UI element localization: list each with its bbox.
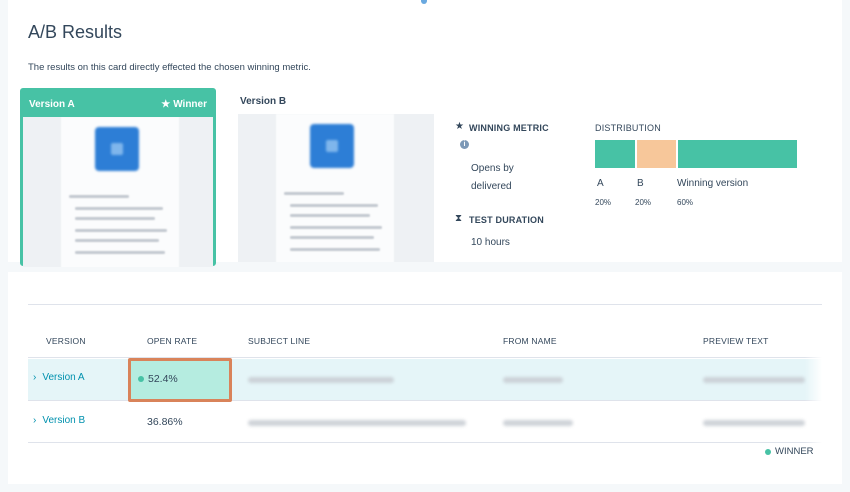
- distribution-b-percent: 20%: [635, 198, 652, 207]
- winner-dot-icon: [138, 376, 144, 382]
- test-duration-value: 10 hours: [471, 237, 510, 248]
- version-b-email-preview: [238, 114, 434, 262]
- preview-line: [290, 236, 374, 239]
- column-header-from-name: FROM NAME: [503, 336, 557, 346]
- subject-line-redacted: [248, 420, 466, 426]
- from-name-redacted: [503, 420, 573, 426]
- preview-line: [75, 229, 167, 232]
- page-title: A/B Results: [28, 22, 123, 42]
- preview-text-redacted: [703, 377, 805, 383]
- email-preview-sheet: [276, 114, 394, 262]
- section-divider: [28, 304, 822, 305]
- version-a-open-rate-value: 52.4%: [148, 373, 178, 385]
- preview-line: [75, 217, 155, 220]
- version-b-label: Version B: [240, 95, 287, 107]
- email-preview-sheet: [61, 117, 179, 267]
- version-a-header: Version A ★ Winner: [23, 91, 213, 117]
- preview-line: [290, 226, 382, 229]
- distribution-winning-percent: 60%: [677, 198, 694, 207]
- winner-legend: WINNER: [765, 446, 814, 457]
- email-logo: [310, 124, 354, 168]
- version-a-label: Version A: [29, 98, 75, 110]
- distribution-b-label: B: [637, 178, 644, 189]
- winner-dot-icon: [765, 448, 771, 455]
- table-scroll-fade: [805, 322, 822, 444]
- test-duration-label: TEST DURATION: [469, 215, 544, 225]
- star-icon: ★: [455, 121, 464, 132]
- version-b-header: Version B: [238, 88, 434, 114]
- preview-line: [290, 248, 380, 251]
- distribution-segment-0: [595, 140, 637, 168]
- info-icon[interactable]: i: [460, 140, 469, 149]
- distribution-a-percent: 20%: [595, 198, 612, 207]
- hourglass-icon: ⧗: [455, 213, 463, 224]
- winning-metric-label: WINNING METRIC: [469, 123, 549, 133]
- distribution-a-label: A: [597, 178, 604, 189]
- winner-tag: ★ Winner: [161, 99, 207, 110]
- version-a-email-preview: [23, 117, 213, 267]
- preview-text-redacted: [703, 420, 805, 426]
- preview-line: [75, 207, 163, 210]
- preview-line: [290, 204, 378, 207]
- version-b-row-label: Version B: [42, 415, 86, 426]
- subject-line-redacted: [248, 377, 394, 383]
- from-name-redacted: [503, 377, 563, 383]
- version-b-row-link[interactable]: › Version B: [33, 415, 85, 426]
- page-subtitle: The results on this card directly effect…: [28, 62, 311, 73]
- email-logo: [95, 127, 139, 171]
- version-a-row-label: Version A: [42, 372, 85, 383]
- distribution-segment-2: [678, 140, 797, 168]
- column-header-open-rate: OPEN RATE: [147, 336, 198, 346]
- winning-metric-value: Opens by delivered: [471, 160, 514, 196]
- preview-line: [75, 239, 159, 242]
- preview-line: [284, 192, 344, 195]
- distribution-label: DISTRIBUTION: [595, 123, 661, 133]
- version-b-preview-card[interactable]: Version B: [238, 88, 434, 266]
- distribution-segment-1: [636, 140, 679, 168]
- star-icon: ★: [161, 98, 171, 110]
- column-header-preview-text: PREVIEW TEXT: [703, 336, 769, 346]
- winner-label: Winner: [173, 98, 207, 110]
- distribution-bar: [595, 140, 797, 168]
- winner-legend-label: WINNER: [775, 446, 814, 457]
- version-a-open-rate: 52.4%: [138, 373, 178, 385]
- chevron-right-icon: ›: [33, 372, 37, 383]
- version-b-open-rate-value: 36.86%: [147, 416, 183, 428]
- winning-metric-value-line1: Opens by: [471, 163, 514, 174]
- chevron-right-icon: ›: [33, 415, 37, 426]
- version-a-preview-card[interactable]: Version A ★ Winner: [20, 88, 216, 267]
- column-header-subject-line: SUBJECT LINE: [248, 336, 311, 346]
- preview-line: [290, 214, 370, 217]
- row-divider: [28, 442, 822, 443]
- distribution-winning-label: Winning version: [677, 178, 749, 189]
- preview-line: [75, 251, 165, 254]
- column-header-version: VERSION: [46, 336, 86, 346]
- preview-line: [69, 195, 129, 198]
- winning-metric-value-line2: delivered: [471, 181, 512, 192]
- version-a-row-link[interactable]: › Version A: [33, 372, 85, 383]
